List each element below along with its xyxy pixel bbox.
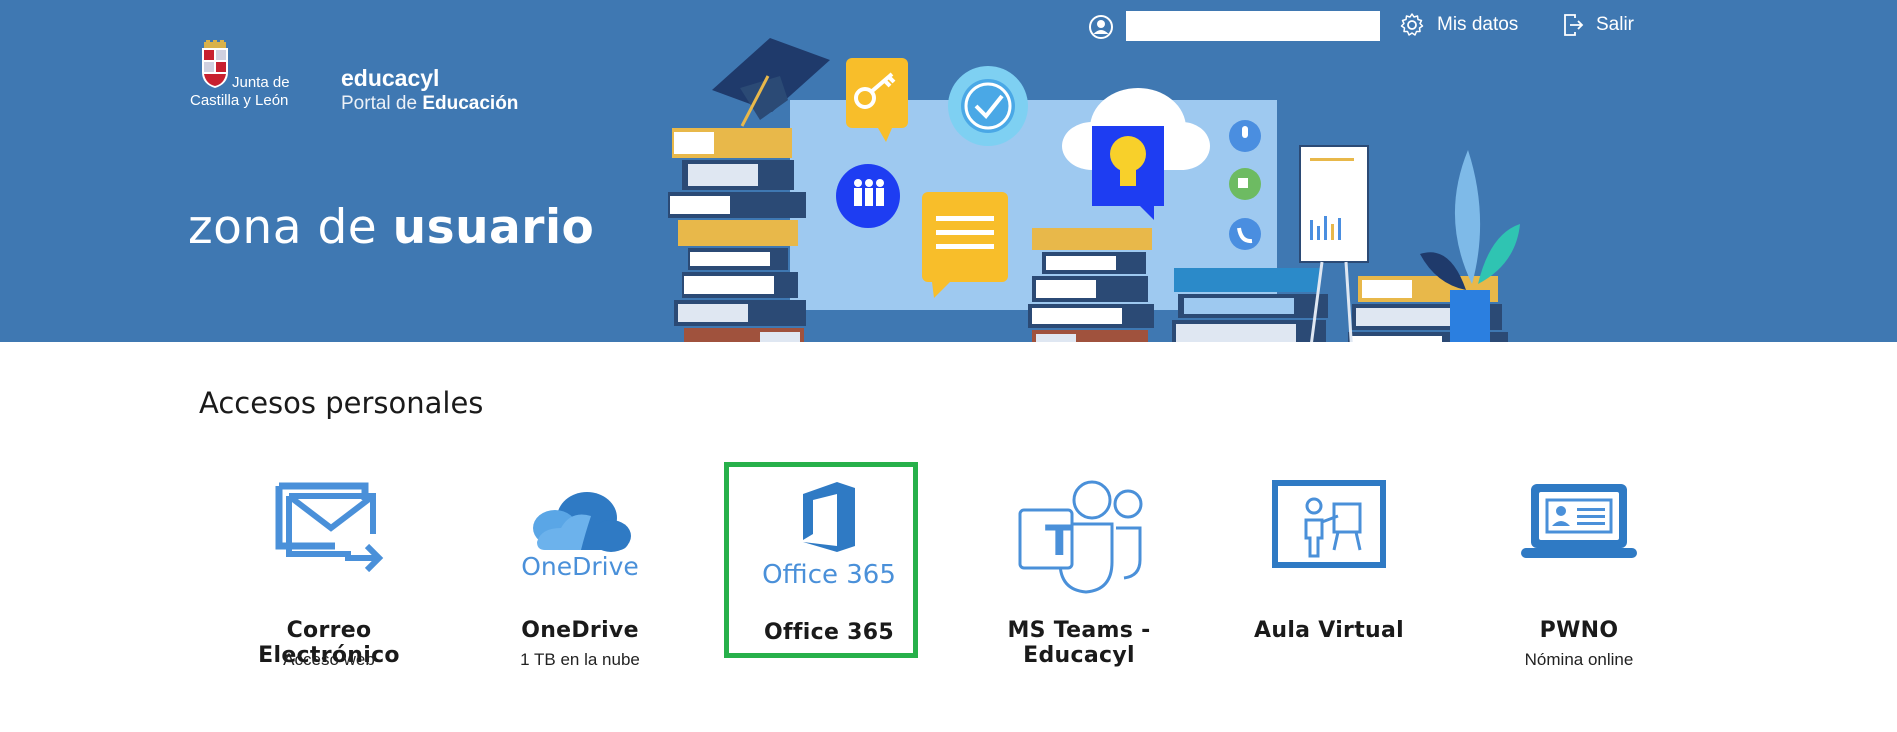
card-pwno[interactable]: PWNO Nómina online [1469,470,1689,670]
virtual-classroom-icon [1272,480,1386,568]
logo-line1: Junta de [232,74,290,91]
card-subtitle: Acceso web [283,650,375,669]
selection-highlight [724,462,918,658]
card-aula-virtual[interactable]: Aula Virtual [1219,470,1439,670]
books-stack-left [668,128,806,342]
portal-prefix: Portal de [341,93,423,114]
books-stack-middle [1028,228,1154,342]
portal-bold: Educación [422,93,519,114]
coat-of-arms-icon [202,40,228,88]
logout-icon [1564,14,1584,36]
zona-usuario-heading: zona de usuario [188,200,594,255]
section-title: Accesos personales [199,386,484,420]
card-subtitle: Nómina online [1524,650,1634,669]
logo-line2: Castilla y León [190,92,289,109]
mail-forward-icon [275,482,384,572]
card-title: PWNO [1539,618,1619,643]
header-banner: Junta de Castilla y León educacyl Portal… [0,0,1897,342]
card-ms-teams[interactable]: T MS Teams - Educacyl [969,470,1189,670]
teams-icon [1018,480,1143,594]
gear-clock-icon [948,66,1028,146]
card-title: OneDrive [521,618,639,643]
card-onedrive[interactable]: OneDrive OneDrive 1 TB en la nube [470,470,690,670]
zona-bold: usuario [392,200,595,255]
education-illustration [668,38,1520,342]
laptop-id-icon [1521,484,1637,558]
onedrive-icon-label: OneDrive [521,552,639,581]
portal-subtitle: Portal de Educación [341,93,518,115]
teams-icon-letter: T [1045,516,1074,565]
card-subtitle: 1 TB en la nube [520,650,640,669]
card-title: Aula Virtual [1254,618,1404,643]
zona-light: zona de [188,200,393,255]
brand-name[interactable]: educacyl [341,65,439,92]
card-title: MS Teams - Educacyl [1007,618,1151,668]
junta-logo[interactable]: Junta de Castilla y León [188,40,308,112]
salir-label: Salir [1596,14,1635,35]
salir-link[interactable]: Salir [1562,12,1634,38]
card-correo[interactable]: Correo Electrónico Acceso web [219,470,439,670]
